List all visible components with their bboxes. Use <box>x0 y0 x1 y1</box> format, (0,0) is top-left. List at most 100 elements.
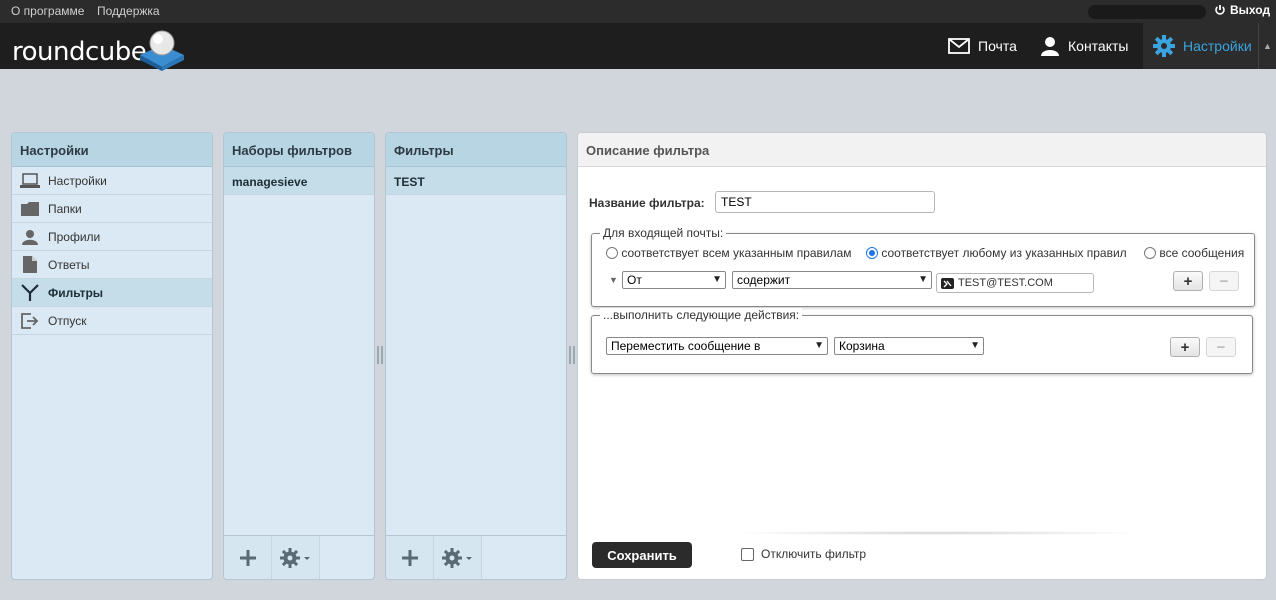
add-filterset-button[interactable] <box>224 536 272 579</box>
logo-box-icon <box>140 30 184 71</box>
nav-contacts[interactable]: Контакты <box>1030 23 1143 69</box>
match-any-radio[interactable] <box>866 247 878 259</box>
settings-panel-title: Настройки <box>12 133 212 167</box>
menu-item-label: Настройки <box>48 173 107 188</box>
remove-rule-button[interactable]: − <box>1209 271 1239 291</box>
settings-panel: Настройки Настройки Папки Профили Ответы… <box>11 132 213 580</box>
nav-mail[interactable]: Почта <box>938 23 1030 69</box>
app-header: roundcube Почта Контакты Настройки ▲ <box>0 23 1276 71</box>
remove-action-button[interactable]: − <box>1206 337 1236 357</box>
disable-filter-checkbox[interactable] <box>741 548 754 561</box>
rule-operator-value: содержит <box>737 273 791 287</box>
disable-filter-label: Отключить фильтр <box>761 547 867 561</box>
rule-header-value: От <box>627 273 642 287</box>
match-all-label: соответствует всем указанным правилам <box>621 246 852 260</box>
plus-icon <box>401 549 418 566</box>
splitter-handle[interactable] <box>569 346 575 364</box>
logout-button[interactable]: Выход <box>1214 3 1270 17</box>
menu-item-label: Профили <box>48 229 101 244</box>
divider-shadow <box>728 531 1148 535</box>
match-every-label: все сообщения <box>1159 246 1245 260</box>
chevron-down-icon: ▼ <box>712 274 722 285</box>
add-filter-button[interactable] <box>386 536 434 579</box>
actions-fieldset: ...выполнить следующие действия: Перемес… <box>591 308 1253 374</box>
gear-icon <box>1153 35 1175 57</box>
match-any-option[interactable]: соответствует любому из указанных правил <box>866 246 1138 260</box>
power-icon <box>1215 5 1225 15</box>
logout-label: Выход <box>1230 3 1271 17</box>
menu-item-responses[interactable]: Ответы <box>12 251 212 279</box>
nav-contacts-label: Контакты <box>1068 38 1129 54</box>
filterset-row[interactable]: managesieve <box>224 167 374 195</box>
top-bar: О программе Поддержка Выход <box>0 0 1276 23</box>
collapse-header-button[interactable]: ▲ <box>1258 23 1276 69</box>
gear-menu-icon <box>441 547 472 568</box>
rule-value-text: TEST@TEST.COM <box>958 277 1053 289</box>
rules-fieldset: Для входящей почты: соответствует всем у… <box>591 226 1255 307</box>
match-every-option[interactable]: все сообщения <box>1144 246 1244 260</box>
filtersets-panel: Наборы фильтров managesieve <box>223 132 375 580</box>
gear-menu-icon <box>279 547 310 568</box>
chevron-down-icon: ▼ <box>918 274 928 285</box>
menu-item-label: Папки <box>48 201 82 216</box>
filter-icon <box>20 283 40 302</box>
rule-value-input[interactable]: TEST@TEST.COM <box>936 273 1094 293</box>
add-rule-button[interactable]: + <box>1173 271 1203 291</box>
exit-icon <box>20 312 40 330</box>
filter-row[interactable]: TEST <box>386 167 566 195</box>
menu-item-label: Отпуск <box>48 313 87 328</box>
rule-operator-select[interactable]: содержит ▼ <box>732 271 932 289</box>
logo-text: roundcube <box>12 37 147 67</box>
actions-legend: ...выполнить следующие действия: <box>600 308 803 322</box>
filters-panel: Фильтры TEST <box>385 132 567 580</box>
username-redacted <box>1088 5 1206 19</box>
envelope-icon <box>948 38 970 54</box>
support-link[interactable]: Поддержка <box>97 4 160 18</box>
filters-footer <box>386 535 566 579</box>
save-button[interactable]: Сохранить <box>592 542 692 568</box>
match-any-label: соответствует любому из указанных правил <box>881 246 1127 260</box>
menu-item-label: Фильтры <box>48 285 104 300</box>
user-icon <box>20 228 40 246</box>
filter-name-label: Название фильтра: <box>589 196 705 210</box>
nav-settings-label: Настройки <box>1183 38 1252 54</box>
action-type-value: Переместить сообщение в <box>611 339 761 353</box>
rule-expand-icon[interactable]: ▼ <box>609 275 618 285</box>
menu-item-filters[interactable]: Фильтры <box>12 279 212 307</box>
action-type-select[interactable]: Переместить сообщение в ▼ <box>606 337 828 355</box>
splitter-handle[interactable] <box>377 346 383 364</box>
match-all-radio[interactable] <box>606 247 618 259</box>
plus-icon <box>239 549 256 566</box>
document-icon <box>20 256 40 274</box>
about-link[interactable]: О программе <box>11 4 84 18</box>
menu-item-folders[interactable]: Папки <box>12 195 212 223</box>
menu-item-identities[interactable]: Профили <box>12 223 212 251</box>
menu-item-preferences[interactable]: Настройки <box>12 167 212 195</box>
menu-item-vacation[interactable]: Отпуск <box>12 307 212 335</box>
filter-name-input[interactable] <box>715 191 935 213</box>
match-every-radio[interactable] <box>1144 247 1156 259</box>
textarea-edit-icon <box>941 277 954 289</box>
nav-settings[interactable]: Настройки <box>1143 23 1258 69</box>
filtersets-panel-title: Наборы фильтров <box>224 133 374 167</box>
filters-panel-title: Фильтры <box>386 133 566 167</box>
chevron-down-icon: ▼ <box>814 340 824 351</box>
action-target-value: Корзина <box>839 339 885 353</box>
rules-legend: Для входящей почты: <box>600 226 727 240</box>
filtersets-footer <box>224 535 374 579</box>
laptop-icon <box>20 172 40 190</box>
match-all-option[interactable]: соответствует всем указанным правилам <box>606 246 852 260</box>
filterset-actions-button[interactable] <box>272 536 320 579</box>
roundcube-logo[interactable]: roundcube <box>12 27 192 71</box>
filter-form-panel: Описание фильтра Название фильтра: Для в… <box>577 132 1267 580</box>
person-icon <box>1041 37 1059 56</box>
filter-form-title: Описание фильтра <box>578 133 1266 167</box>
nav-mail-label: Почта <box>978 38 1017 54</box>
action-target-select[interactable]: Корзина ▼ <box>834 337 984 355</box>
add-action-button[interactable]: + <box>1170 337 1200 357</box>
chevron-down-icon: ▼ <box>970 340 980 351</box>
filter-actions-button[interactable] <box>434 536 482 579</box>
rule-header-select[interactable]: От ▼ <box>622 271 726 289</box>
menu-item-label: Ответы <box>48 257 90 272</box>
folder-icon <box>20 200 40 218</box>
